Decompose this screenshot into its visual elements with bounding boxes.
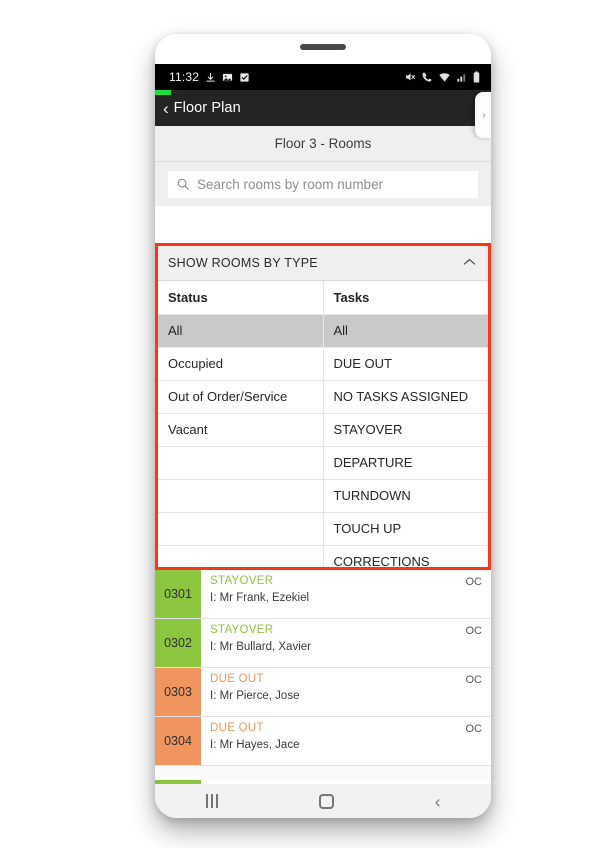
back-button[interactable]: ‹	[161, 100, 174, 117]
battery-icon	[472, 71, 481, 83]
status-cell-empty	[158, 446, 323, 480]
android-status-bar: 11:32	[155, 64, 491, 90]
status-cell-empty	[158, 512, 323, 546]
room-guest-label: I: Mr Hayes, Jace	[210, 739, 300, 751]
status-option-occupied[interactable]: Occupied	[158, 347, 323, 381]
task-option-departure[interactable]: DEPARTURE	[322, 446, 488, 480]
status-option-out-of-order[interactable]: Out of Order/Service	[158, 380, 323, 414]
room-task-label: STAYOVER	[210, 575, 274, 587]
task-option-stayover[interactable]: STAYOVER	[322, 413, 488, 447]
room-status-code: OC	[465, 625, 483, 637]
floor-subheader: Floor 3 - Rooms	[155, 126, 491, 162]
recent-apps-icon[interactable]	[205, 794, 218, 808]
filter-table: Status Tasks All All Occupied DUE OUT Ou…	[158, 281, 488, 567]
page-title: Floor Plan	[173, 100, 241, 116]
task-option-no-tasks-assigned[interactable]: NO TASKS ASSIGNED	[322, 380, 488, 414]
room-details: DUE OUT I: Mr Hayes, Jace OC	[201, 717, 491, 765]
status-cell-empty	[158, 479, 323, 513]
home-icon[interactable]	[318, 793, 334, 809]
side-drawer-handle[interactable]: ›	[475, 92, 491, 138]
table-row[interactable]: All All	[158, 314, 488, 348]
checkbox-icon	[239, 72, 250, 83]
chevron-up-icon[interactable]	[463, 257, 476, 269]
room-number-tile[interactable]: 0302	[155, 619, 201, 667]
table-row[interactable]: DEPARTURE	[158, 446, 488, 480]
room-details: DUE OUT I: Mr Pierce, Jose OC	[201, 668, 491, 716]
table-row[interactable]: Out of Order/Service NO TASKS ASSIGNED	[158, 380, 488, 414]
room-task-label: DUE OUT	[210, 673, 264, 685]
search-input[interactable]: Search rooms by room number	[168, 170, 478, 198]
room-list[interactable]: 0301 STAYOVER I: Mr Frank, Ezekiel OC 03…	[155, 570, 491, 780]
table-row[interactable]: Occupied DUE OUT	[158, 347, 488, 381]
task-option-turndown[interactable]: TURNDOWN	[322, 479, 488, 513]
room-task-label: STAYOVER	[210, 624, 274, 636]
phone-frame: 11:32 ‹ Floor Plan › Floor 3 - Rooms Sea…	[155, 34, 491, 818]
filter-panel: SHOW ROOMS BY TYPE Status Tasks All All	[158, 246, 488, 567]
status-option-vacant[interactable]: Vacant	[158, 413, 323, 447]
room-guest-label: I: Mr Bullard, Xavier	[210, 641, 311, 653]
search-section: Search rooms by room number	[155, 162, 491, 206]
mute-icon	[404, 71, 416, 83]
room-status-code: OC	[465, 723, 483, 735]
room-details: STAYOVER I: Mr Bullard, Xavier OC	[201, 619, 491, 667]
list-item[interactable]: 0303 DUE OUT I: Mr Pierce, Jose OC	[155, 668, 491, 717]
image-icon	[222, 72, 233, 83]
table-row[interactable]: CORRECTIONS	[158, 545, 488, 567]
table-row[interactable]: Vacant STAYOVER	[158, 413, 488, 447]
room-details: STAYOVER I: Mr Frank, Ezekiel OC	[201, 570, 491, 618]
signal-icon	[456, 72, 467, 83]
filter-table-body: All All Occupied DUE OUT Out of Order/Se…	[158, 314, 488, 567]
task-option-corrections[interactable]: CORRECTIONS	[322, 545, 488, 567]
app-bar: ‹ Floor Plan	[155, 90, 491, 126]
room-number-tile[interactable]: 0303	[155, 668, 201, 716]
status-bar-left: 11:32	[169, 70, 250, 84]
chevron-right-icon: ›	[482, 109, 486, 121]
room-guest-label: I: Mr Pierce, Jose	[210, 690, 300, 702]
table-row[interactable]: TURNDOWN	[158, 479, 488, 513]
status-bar-right	[404, 71, 483, 84]
task-option-all[interactable]: All	[322, 314, 488, 348]
room-status-code: OC	[465, 576, 483, 588]
column-header-status: Status	[158, 281, 323, 315]
back-icon[interactable]: ‹	[435, 793, 441, 810]
filter-panel-title: SHOW ROOMS BY TYPE	[168, 256, 318, 270]
table-row[interactable]: TOUCH UP	[158, 512, 488, 546]
download-icon	[205, 72, 216, 83]
list-item[interactable]: 0302 STAYOVER I: Mr Bullard, Xavier OC	[155, 619, 491, 668]
room-guest-label: I: Mr Frank, Ezekiel	[210, 592, 310, 604]
android-navigation-bar[interactable]: ‹	[155, 784, 491, 818]
room-task-label: DUE OUT	[210, 722, 264, 734]
room-number-tile[interactable]: 0301	[155, 570, 201, 618]
floor-subheader-label: Floor 3 - Rooms	[274, 136, 372, 151]
room-status-code: OC	[465, 674, 483, 686]
session-indicator	[155, 90, 171, 95]
list-item[interactable]: 0304 DUE OUT I: Mr Hayes, Jace OC	[155, 717, 491, 766]
call-icon	[421, 71, 433, 83]
task-option-touch-up[interactable]: TOUCH UP	[322, 512, 488, 546]
filter-panel-header[interactable]: SHOW ROOMS BY TYPE	[158, 246, 488, 281]
screenshot-root: 11:32 ‹ Floor Plan › Floor 3 - Rooms Sea…	[0, 0, 600, 848]
search-placeholder: Search rooms by room number	[197, 176, 384, 192]
wifi-icon	[438, 71, 451, 84]
status-cell-empty	[158, 545, 323, 567]
task-option-due-out[interactable]: DUE OUT	[322, 347, 488, 381]
status-bar-clock: 11:32	[169, 70, 200, 84]
list-item[interactable]: 0301 STAYOVER I: Mr Frank, Ezekiel OC	[155, 570, 491, 619]
earpiece-speaker	[300, 44, 346, 50]
filter-table-header-row: Status Tasks	[158, 281, 488, 315]
room-number-tile[interactable]: 0304	[155, 717, 201, 765]
column-header-tasks: Tasks	[322, 281, 488, 315]
status-option-all[interactable]: All	[158, 314, 323, 348]
search-icon	[176, 177, 190, 191]
